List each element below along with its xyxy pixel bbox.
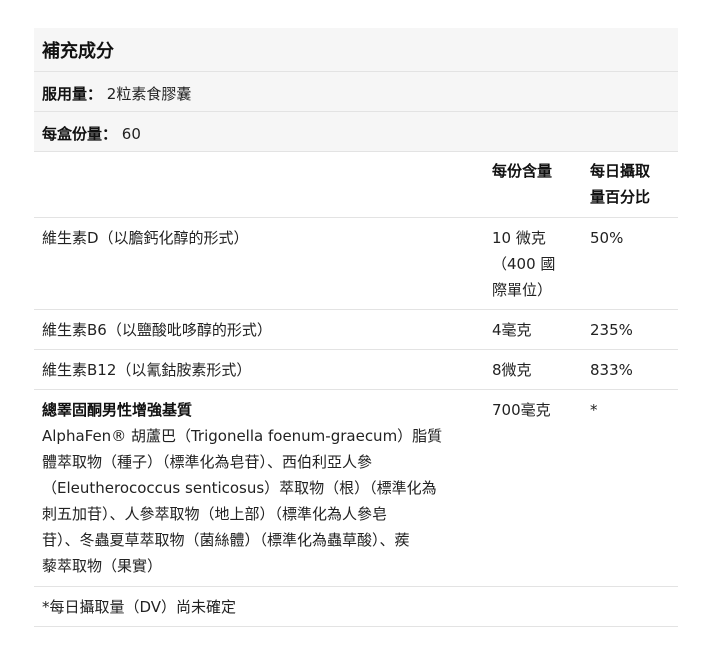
ingredient-amount: 8微克	[492, 361, 532, 379]
serving-size-label: 服用量：	[42, 85, 103, 103]
servings-per-container: 每盒份量： 60	[42, 123, 141, 144]
blend-description-line: AlphaFen® 胡蘆巴（Trigonella foenum-graecum）…	[42, 427, 443, 445]
blend-name: 總睪固酮男性增強基質	[42, 401, 193, 419]
table-header-row: 每份含量 每日攝取 量百分比	[34, 152, 678, 218]
table-row-vitamin-d: 維生素D（以膽鈣化醇的形式） 10 微克 （400 國 際單位） 50%	[34, 218, 678, 310]
serving-size-value: 2粒素食膠囊	[106, 85, 192, 103]
ingredient-amount: 4毫克	[492, 321, 532, 339]
blend-description-line: 苷）、冬蟲夏草萃取物（菌絲體）（標準化為蟲草酸）、蒺	[42, 531, 410, 549]
amount-line: 10 微克	[492, 229, 546, 247]
amount-line: （400 國	[492, 255, 556, 273]
ingredient-daily-value: 235%	[590, 321, 633, 339]
panel-title: 補充成分	[42, 41, 114, 62]
blend-cell: 總睪固酮男性增強基質 AlphaFen® 胡蘆巴（Trigonella foen…	[42, 397, 482, 579]
serving-size: 服用量： 2粒素食膠囊	[42, 83, 191, 104]
header-amount: 每份含量	[492, 162, 553, 180]
table-row-vitamin-b12: 維生素B12（以氰鈷胺素形式） 8微克 833%	[34, 350, 678, 390]
ingredient-daily-value: 50%	[590, 229, 624, 247]
blend-amount: 700毫克	[492, 401, 551, 419]
footnote: *每日攝取量（DV）尚未確定	[42, 598, 237, 616]
ingredient-amount: 10 微克 （400 國 際單位）	[492, 225, 572, 303]
header-daily-value-line2: 量百分比	[590, 188, 651, 206]
serving-size-row: 服用量： 2粒素食膠囊	[34, 72, 678, 112]
ingredient-daily-value: 833%	[590, 361, 633, 379]
blend-description-line: 刺五加苷）、人參萃取物（地上部）（標準化為人參皂	[42, 505, 388, 523]
blend-description-line: 藜萃取物（果實）	[42, 557, 163, 575]
footnote-row: *每日攝取量（DV）尚未確定	[34, 587, 678, 627]
blend-daily-value: *	[590, 401, 598, 419]
ingredient-name: 維生素B12（以氰鈷胺素形式）	[42, 361, 252, 379]
ingredient-name: 維生素B6（以鹽酸吡哆醇的形式）	[42, 321, 272, 339]
header-daily-value-line1: 每日攝取	[590, 162, 651, 180]
title-row: 補充成分	[34, 28, 678, 72]
servings-per-container-label: 每盒份量：	[42, 125, 118, 143]
blend-description-line: （Eleutherococcus senticosus）萃取物（根）（標準化為	[42, 479, 437, 497]
table-row-vitamin-b6: 維生素B6（以鹽酸吡哆醇的形式） 4毫克 235%	[34, 310, 678, 350]
header-daily-value: 每日攝取 量百分比	[590, 158, 670, 210]
blend-description-line: 體萃取物（種子）（標準化為皂苷）、西伯利亞人參	[42, 453, 373, 471]
servings-per-container-value: 60	[121, 125, 141, 143]
table-row-proprietary-blend: 總睪固酮男性增強基質 AlphaFen® 胡蘆巴（Trigonella foen…	[34, 390, 678, 587]
ingredient-name: 維生素D（以膽鈣化醇的形式）	[42, 229, 249, 247]
supplement-facts-panel: 補充成分 服用量： 2粒素食膠囊 每盒份量： 60 每份含量 每日攝取 量百分比…	[34, 28, 678, 627]
servings-per-container-row: 每盒份量： 60	[34, 112, 678, 152]
amount-line: 際單位）	[492, 281, 553, 299]
